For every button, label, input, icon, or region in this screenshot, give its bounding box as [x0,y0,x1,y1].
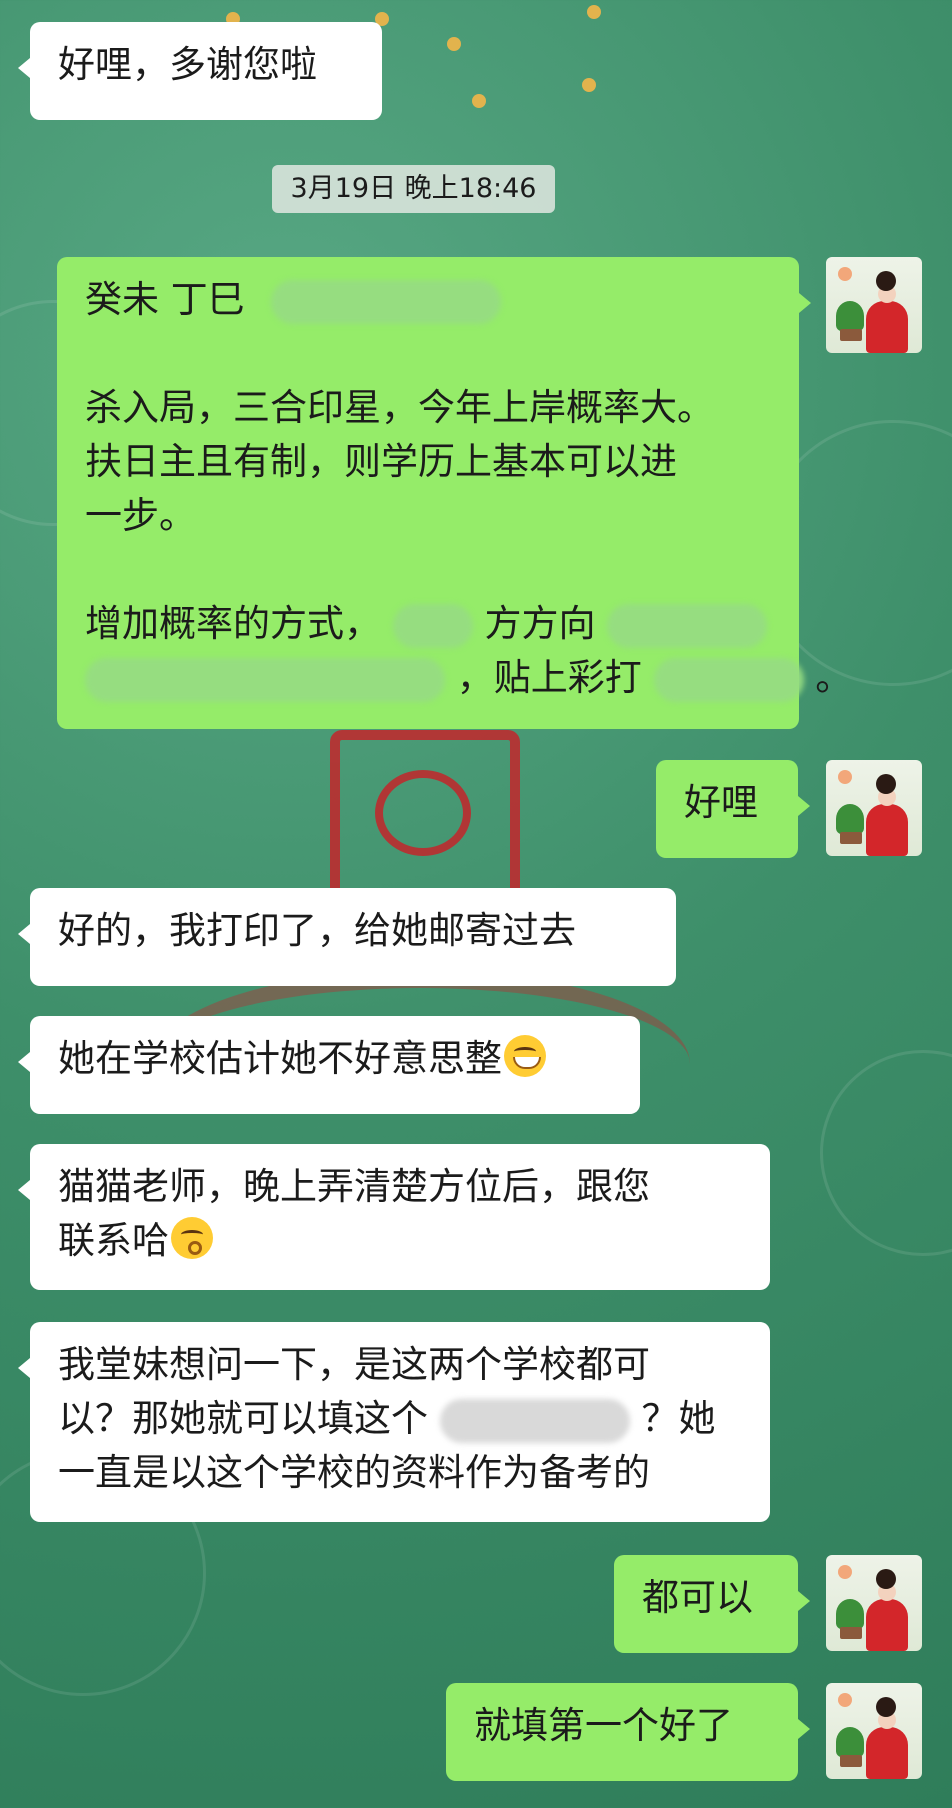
message-text: 好哩 [684,781,758,824]
redacted-blur [85,657,445,702]
outgoing-message-bubble[interactable]: 都可以 [614,1555,810,1653]
message-text: ，贴上彩打 [456,656,642,699]
incoming-message-bubble[interactable]: 好哩，多谢您啦 [18,22,382,120]
redacted-blur [607,603,768,648]
message-text: 方方向 [484,602,596,645]
message-text: 增加概率的方式， [85,602,381,645]
message-text: 一直是以这个学校的资料作为备考的 [58,1451,650,1494]
redacted-blur [439,1398,630,1443]
message-text: 她在学校估计她不好意思整 [58,1037,502,1080]
outgoing-message-bubble[interactable]: 癸未 丁巳 杀入局，三合印星，今年上岸概率大。 扶日主且有制，则学历上基本可以进… [57,257,852,729]
message-timestamp: 3月19日 晚上18:46 [272,165,555,213]
user-avatar[interactable] [826,257,922,353]
message-text: 一步。 [85,494,196,537]
red-seal-decoration [330,730,520,900]
message-text: ？她 [641,1397,716,1440]
user-avatar[interactable] [826,1683,922,1779]
message-text: 都可以 [642,1576,753,1619]
outgoing-message-bubble[interactable]: 好哩 [656,760,810,858]
message-text: 联系哈 [58,1219,169,1262]
message-text: 扶日主且有制，则学历上基本可以进 [85,440,677,483]
message-text: 以？那她就可以填这个 [58,1397,428,1440]
redacted-blur [270,279,501,324]
message-text: 癸未 丁巳 [85,278,245,321]
incoming-message-bubble[interactable]: 猫猫老师，晚上弄清楚方位后，跟您 联系哈 [18,1144,770,1290]
grinning-face-icon [504,1035,546,1077]
redacted-blur [653,657,804,702]
user-avatar[interactable] [826,760,922,856]
message-text: 杀入局，三合印星，今年上岸概率大。 [85,386,714,429]
incoming-message-bubble[interactable]: 她在学校估计她不好意思整 [18,1016,640,1114]
message-text: 猫猫老师，晚上弄清楚方位后，跟您 [58,1165,650,1208]
redacted-blur [392,603,473,648]
message-text: 好的，我打印了，给她邮寄过去 [58,909,576,952]
message-text: 好哩，多谢您啦 [58,43,317,86]
user-avatar[interactable] [826,1555,922,1651]
message-text: 。 [815,656,853,699]
incoming-message-bubble[interactable]: 我堂妹想问一下，是这两个学校都可 以？那她就可以填这个 ？她 一直是以这个学校的… [18,1322,770,1522]
outgoing-message-bubble[interactable]: 就填第一个好了 [446,1683,810,1781]
message-text: 就填第一个好了 [474,1704,733,1747]
incoming-message-bubble[interactable]: 好的，我打印了，给她邮寄过去 [18,888,676,986]
kissing-face-icon [171,1217,213,1259]
message-text: 我堂妹想问一下，是这两个学校都可 [58,1343,650,1386]
